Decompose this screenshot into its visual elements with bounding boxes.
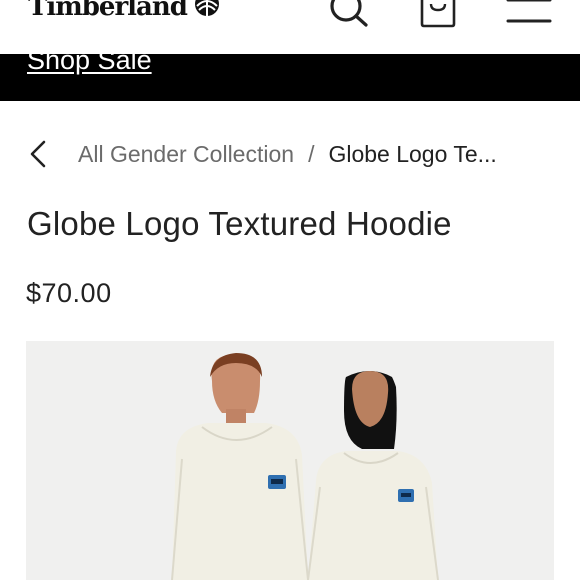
brand-wordmark: Timberland <box>28 0 188 22</box>
product-title: Globe Logo Textured Hoodie <box>27 205 452 242</box>
tree-logo-icon <box>194 0 219 16</box>
shop-sale-link[interactable]: Shop Sale <box>27 54 152 76</box>
chevron-left-icon[interactable] <box>28 138 52 170</box>
product-photo-illustration <box>26 341 554 580</box>
hamburger-menu-icon[interactable] <box>506 0 552 24</box>
breadcrumb-parent-link[interactable]: All Gender Collection <box>78 141 294 168</box>
product-image[interactable] <box>26 341 554 580</box>
breadcrumb-current: Globe Logo Te... <box>328 140 497 167</box>
breadcrumb-separator: / <box>308 140 315 167</box>
brand-logo[interactable]: Timberland <box>28 0 223 22</box>
site-header: Timberland <box>0 0 580 54</box>
breadcrumb: All Gender Collection / Globe Logo Te... <box>28 137 558 171</box>
promo-banner: Shop Sale <box>0 54 580 101</box>
product-price: $70.00 <box>26 278 112 308</box>
shopping-bag-icon[interactable] <box>418 0 458 28</box>
search-icon[interactable] <box>328 0 370 28</box>
